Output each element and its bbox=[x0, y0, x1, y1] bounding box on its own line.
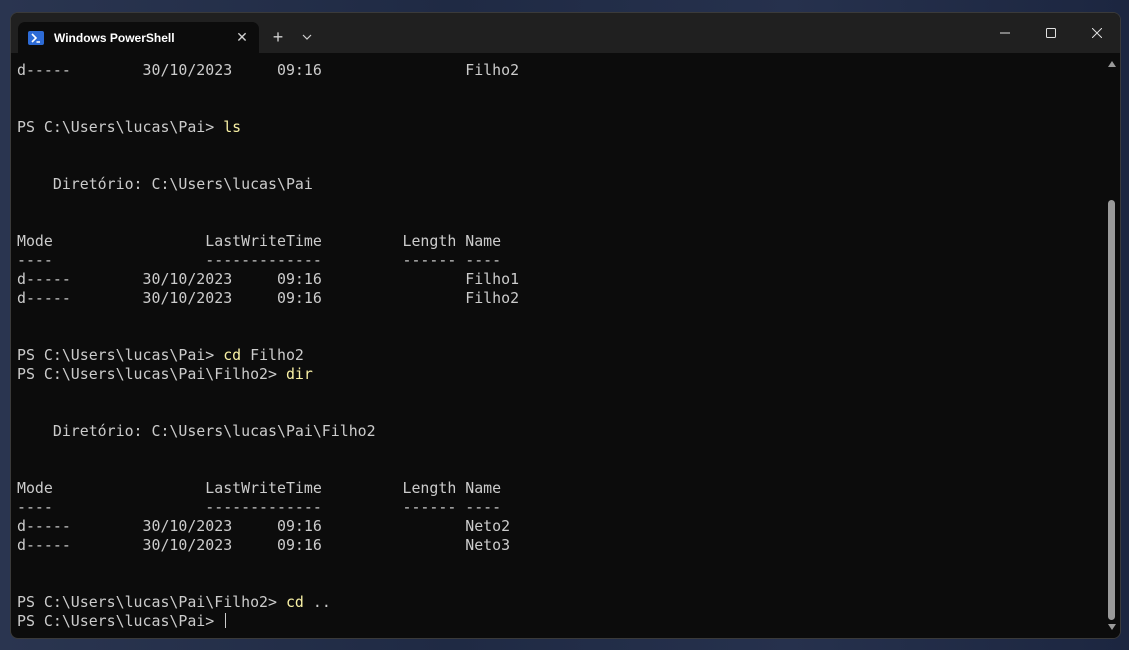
powershell-icon bbox=[28, 30, 44, 45]
triangle-down-icon bbox=[1108, 624, 1116, 630]
terminal-output-line: d----- 30/10/2023 09:16 Filho2 bbox=[17, 61, 520, 79]
maximize-button[interactable] bbox=[1028, 13, 1074, 53]
command-argument: Filho2 bbox=[241, 346, 304, 364]
tab-windows-powershell[interactable]: Windows PowerShell ✕ bbox=[18, 22, 259, 53]
terminal-output-line: Mode LastWriteTime Length Name bbox=[17, 479, 502, 497]
close-icon bbox=[1092, 28, 1102, 38]
terminal-window: Windows PowerShell ✕ + d----- 30/10/2023 bbox=[10, 12, 1121, 639]
new-tab-button[interactable]: + bbox=[267, 26, 289, 48]
terminal-prompt-line: PS C:\Users\lucas\Pai\Filho2> cd .. bbox=[17, 593, 1104, 612]
command-text: cd bbox=[223, 346, 242, 364]
terminal-output-line: d----- 30/10/2023 09:16 Neto2 bbox=[17, 517, 511, 535]
prompt-text: PS C:\Users\lucas\Pai\Filho2> bbox=[17, 365, 286, 383]
scrollbar[interactable] bbox=[1104, 53, 1120, 638]
terminal-output-line: d----- 30/10/2023 09:16 Neto3 bbox=[17, 536, 511, 554]
minimize-icon bbox=[1000, 32, 1010, 34]
terminal-output-line: Diretório: C:\Users\lucas\Pai bbox=[17, 175, 313, 193]
terminal-output-line: d----- 30/10/2023 09:16 Filho2 bbox=[17, 289, 520, 307]
tab-close-icon[interactable]: ✕ bbox=[231, 27, 253, 49]
terminal-prompt-line: PS C:\Users\lucas\Pai> ls bbox=[17, 118, 1104, 137]
scroll-up-button[interactable] bbox=[1104, 57, 1120, 71]
tab-dropdown-button[interactable] bbox=[297, 26, 317, 48]
prompt-text: PS C:\Users\lucas\Pai\Filho2> bbox=[17, 593, 286, 611]
terminal-output-line: ---- ------------- ------ ---- bbox=[17, 251, 502, 269]
command-argument: .. bbox=[303, 593, 331, 611]
terminal-prompt-line: PS C:\Users\lucas\Pai\Filho2> dir bbox=[17, 365, 1104, 384]
scroll-thumb[interactable] bbox=[1108, 200, 1115, 620]
command-text: ls bbox=[223, 118, 242, 136]
terminal-output-line: d----- 30/10/2023 09:16 Filho1 bbox=[17, 270, 520, 288]
text-cursor bbox=[225, 613, 227, 628]
terminal-output-line: Mode LastWriteTime Length Name bbox=[17, 232, 502, 250]
prompt-text: PS C:\Users\lucas\Pai> bbox=[17, 346, 224, 364]
prompt-text: PS C:\Users\lucas\Pai> bbox=[17, 118, 224, 136]
title-bar[interactable]: Windows PowerShell ✕ + bbox=[11, 13, 1120, 53]
command-text: dir bbox=[285, 365, 313, 383]
chevron-down-icon bbox=[302, 34, 312, 40]
maximize-icon bbox=[1046, 28, 1056, 38]
minimize-button[interactable] bbox=[982, 13, 1028, 53]
command-text: cd bbox=[285, 593, 304, 611]
scroll-down-button[interactable] bbox=[1104, 620, 1120, 634]
terminal-output-line: ---- ------------- ------ ---- bbox=[17, 498, 502, 516]
tab-title: Windows PowerShell bbox=[54, 30, 175, 45]
close-button[interactable] bbox=[1074, 13, 1120, 53]
prompt-text: PS C:\Users\lucas\Pai> bbox=[17, 612, 224, 630]
terminal-output-line: Diretório: C:\Users\lucas\Pai\Filho2 bbox=[17, 422, 376, 440]
terminal-prompt-line: PS C:\Users\lucas\Pai> bbox=[17, 612, 1104, 631]
terminal-output[interactable]: d----- 30/10/2023 09:16 Filho2 PS C:\User… bbox=[11, 53, 1104, 638]
triangle-up-icon bbox=[1108, 61, 1116, 67]
terminal-prompt-line: PS C:\Users\lucas\Pai> cd Filho2 bbox=[17, 346, 1104, 365]
